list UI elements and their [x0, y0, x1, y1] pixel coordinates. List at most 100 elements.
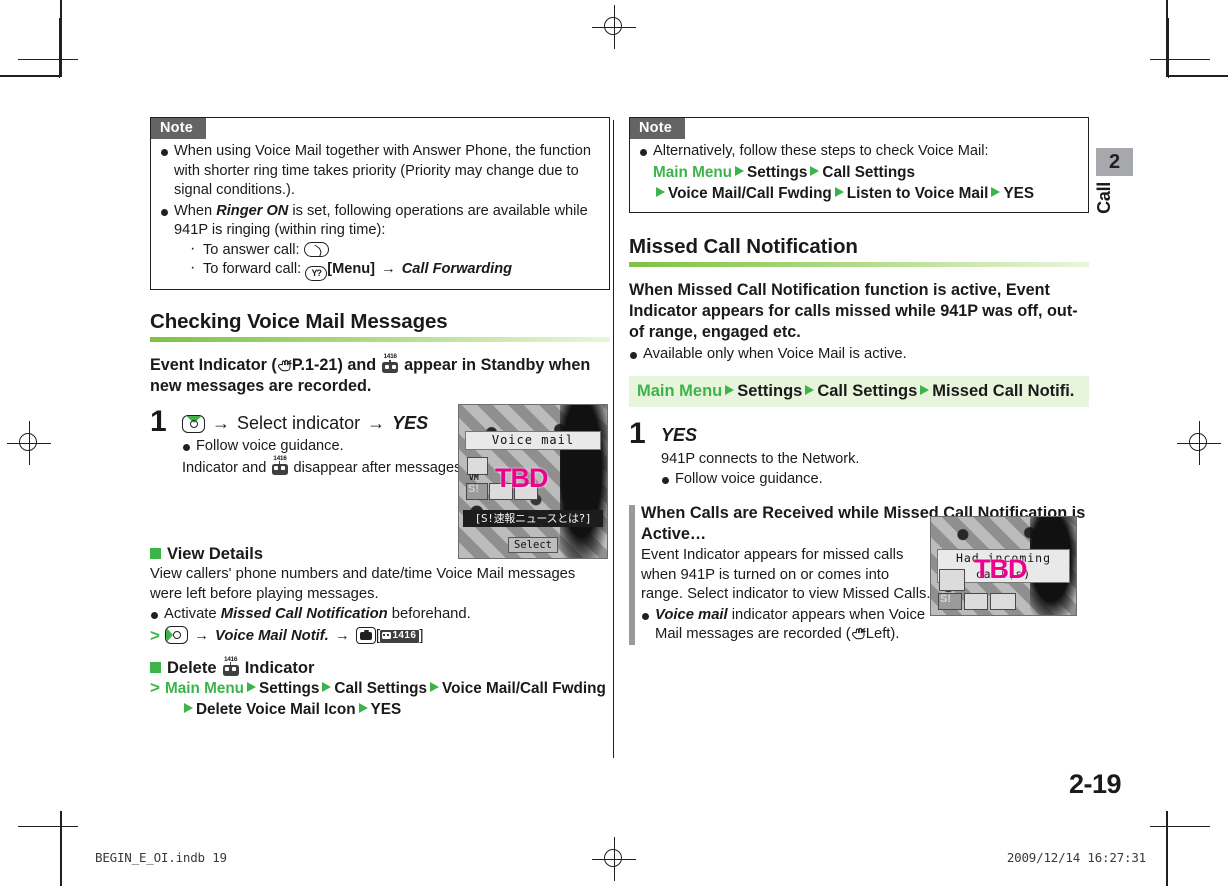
note-item-pre: When: [174, 202, 217, 219]
arrow-glyph: →: [367, 413, 386, 433]
note-label: Note: [630, 118, 686, 139]
path-main-menu[interactable]: Main Menu: [637, 382, 722, 400]
manual-page: Note When using Voice Mail together with…: [0, 0, 1228, 886]
section-heading-block: Missed Call Notification: [629, 235, 1089, 267]
shortcut-icon-2: [990, 593, 1016, 610]
y-key-icon: Y?: [305, 266, 328, 281]
step-heading: YES: [661, 425, 698, 445]
path-yes[interactable]: YES: [371, 701, 402, 718]
step-action-text: Select indicator: [237, 413, 361, 433]
note-item: Alternatively, follow these steps to che…: [639, 142, 1079, 204]
step-yes-label: YES: [392, 413, 429, 433]
view-details-paragraph: View callers' phone numbers and date/tim…: [150, 566, 576, 602]
path-call-settings[interactable]: Call Settings: [822, 164, 915, 181]
voice-mail-indicator-icon: 1416: [271, 455, 288, 476]
note-label: Note: [151, 118, 207, 139]
path-arrow-icon: [991, 186, 1001, 197]
availability-bullet-text: Available only when Voice Mail is active…: [643, 345, 907, 362]
path-listen-to-voice-mail[interactable]: Listen to Voice Mail: [847, 185, 989, 202]
path-voice-mail-call-fwding[interactable]: Voice Mail/Call Fwding: [668, 185, 832, 202]
path-arrow-icon: [358, 702, 368, 713]
path-delete-voice-mail-icon[interactable]: Delete Voice Mail Icon: [196, 701, 356, 718]
path-settings[interactable]: Settings: [259, 680, 319, 697]
bullet-emphasis: Missed Call Notification: [220, 606, 388, 622]
path-arrow-icon: [430, 681, 440, 692]
arrow-glyph: →: [194, 627, 209, 644]
path-arrow-icon: [810, 165, 820, 176]
s1-label: S!: [468, 483, 479, 495]
s1-label: S!: [940, 593, 951, 605]
step-bullet-text: Follow voice guidance.: [675, 470, 823, 487]
shortcut-icon-1: [964, 593, 988, 610]
path-settings[interactable]: Settings: [747, 164, 807, 181]
section-title: Missed Call Notification: [629, 234, 858, 258]
chapter-tab-label: Call: [1094, 182, 1114, 214]
delete-indicator-path-line2: Delete Voice Mail Icon YES: [165, 699, 610, 720]
received-calls-bullet: Voice mail indicator appears when Voice …: [641, 606, 945, 645]
voice-mail-emphasis: Voice mail: [655, 606, 728, 623]
note-sub-item: To answer call:: [188, 239, 600, 261]
note-sub-label: To forward call:: [203, 261, 302, 277]
column-divider: [613, 120, 614, 758]
path-missed-call-notifi[interactable]: Missed Call Notifi.: [932, 382, 1074, 400]
path-voice-mail-call-fwding[interactable]: Voice Mail/Call Fwding: [442, 680, 606, 697]
heading-rule: [629, 261, 1089, 267]
view-details-path: → Voice Mail Notif. → [1416]: [150, 625, 610, 647]
received-calls-paragraph-text: Event Indicator appears for missed calls…: [641, 547, 931, 602]
note-item: When Ringer ON is set, following operati…: [160, 202, 600, 281]
note-item-text: When using Voice Mail together with Answ…: [174, 143, 591, 198]
voice-mail-tag-value: 1416: [392, 630, 417, 641]
path-arrow-icon: [725, 385, 735, 395]
lead-pre: Event Indicator (: [150, 356, 277, 374]
view-details-bullet: Activate Missed Call Notification before…: [150, 605, 610, 625]
missed-call-standby-icon: [939, 569, 965, 591]
lead-paragraph: Event Indicator (P.1-21) and 1416 appear…: [150, 353, 610, 397]
tbd-overlay: TBD: [974, 554, 1027, 584]
path-arrow-icon: [834, 186, 844, 197]
path-call-settings[interactable]: Call Settings: [334, 680, 427, 697]
center-select-key-icon: [182, 415, 205, 433]
see-page-hand-icon: [851, 627, 866, 640]
section-heading-block: Checking Voice Mail Messages: [150, 310, 610, 342]
received-calls-bullet-ref: Left: [865, 626, 891, 642]
menu-path-bar: Main Menu Settings Call Settings Missed Cal…: [629, 376, 1089, 407]
path-arrow-icon: [184, 702, 193, 713]
screenshot-title: Voice mail: [491, 433, 575, 447]
lead-mid: ) and: [337, 356, 381, 374]
voice-mail-indicator-icon: 1416: [382, 353, 399, 374]
step-body-text: 941P connects to the Network.: [661, 451, 860, 467]
path-arrow-icon: [322, 681, 332, 692]
view-details-heading-text: View Details: [167, 545, 263, 563]
path-arrow-icon: [805, 385, 815, 395]
standby-screen-screenshot-missed-call: Had incoming call(s) S! TBD: [930, 516, 1077, 616]
path-call-settings[interactable]: Call Settings: [817, 382, 917, 400]
path-settings[interactable]: Settings: [737, 382, 802, 400]
path-main-menu[interactable]: Main Menu: [165, 680, 244, 697]
delete-indicator-section: Delete 1416 Indicator Main Menu Settings C…: [150, 656, 610, 720]
note-path-line-1: Main Menu Settings Call Settings: [653, 162, 1079, 183]
page-number: 2-19: [1068, 769, 1122, 799]
see-page-hand-icon: [277, 359, 292, 372]
green-square-bullet-icon: [150, 548, 161, 559]
path-arrow-icon: [735, 165, 745, 176]
camera-key-icon: [355, 626, 376, 644]
green-square-bullet-icon: [150, 661, 161, 673]
received-calls-bullet-end: ).: [890, 626, 900, 642]
heading-rule: [150, 337, 610, 342]
received-calls-paragraph: Event Indicator appears for missed calls…: [641, 546, 931, 605]
note-item-emphasis: Ringer ON: [216, 202, 289, 219]
step-bullet: Follow voice guidance.: [661, 470, 1089, 490]
step-body: 941P connects to the Network. Follow voi…: [661, 450, 1089, 489]
note-item: When using Voice Mail together with Answ…: [160, 142, 600, 201]
path-yes[interactable]: YES: [1003, 185, 1034, 202]
tbd-overlay: TBD: [495, 463, 548, 493]
ticker-text: [S!速報ニュースとは?]: [474, 512, 592, 525]
path-main-menu[interactable]: Main Menu: [653, 164, 732, 181]
voice-mail-indicator-icon: 1416: [222, 656, 239, 677]
note-box-right: Note Alternatively, follow these steps t…: [629, 117, 1089, 213]
note-path-line-2: Voice Mail/Call Fwding Listen to Voice Ma…: [653, 183, 1079, 204]
footer-filename: BEGIN_E_OI.indb 19: [95, 850, 227, 865]
center-select-key-icon: [165, 625, 188, 644]
softkey-label: Select: [514, 539, 552, 551]
ticker-bar: [S!速報ニュースとは?]: [462, 510, 604, 527]
